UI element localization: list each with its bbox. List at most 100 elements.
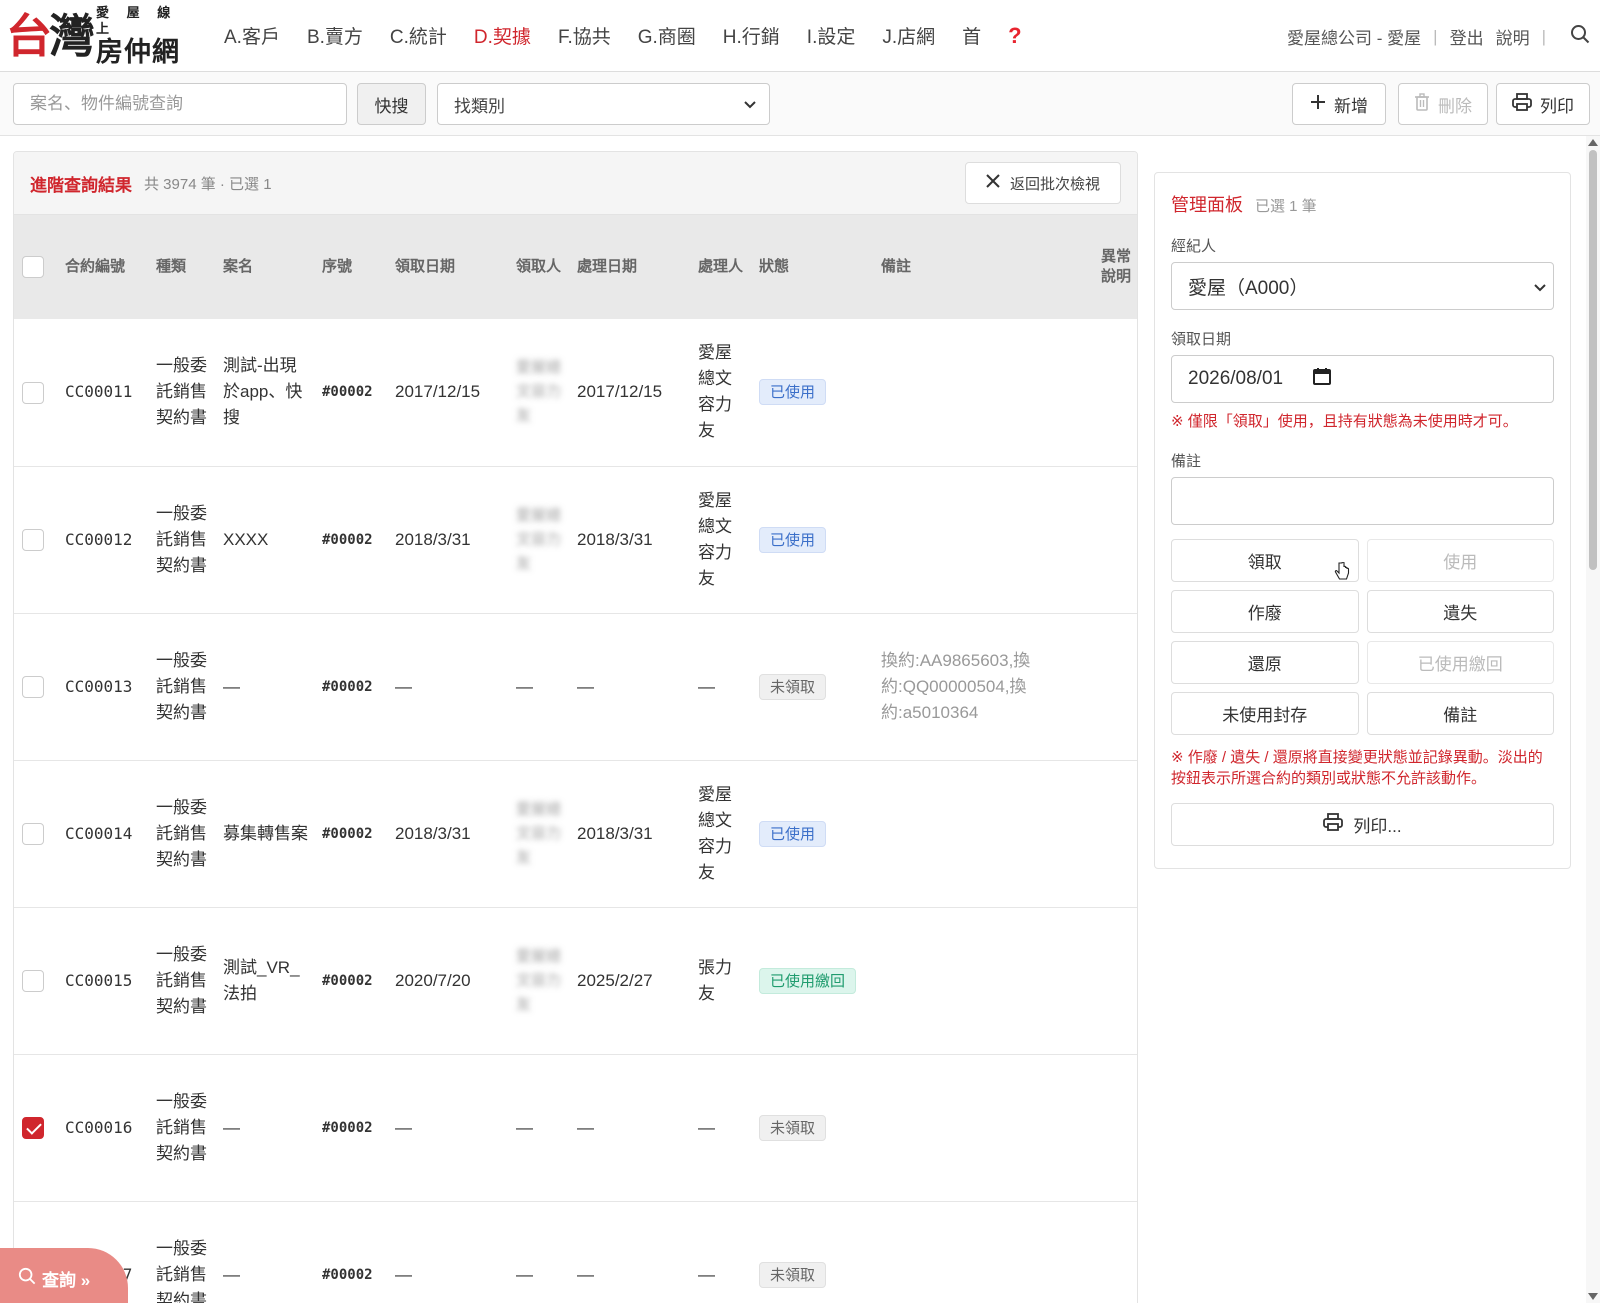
quick-search-button[interactable]: 快搜 [357,83,426,125]
contract-no[interactable]: CC00015 [59,907,150,1055]
scrollbar-thumb[interactable] [1589,150,1597,570]
print-button[interactable]: 列印 [1496,83,1590,125]
action-button-label: 使用 [1443,553,1478,572]
nav-item[interactable]: G.商圈 [638,22,696,49]
results-count: 共 3974 筆 · 已選 1 [144,175,272,193]
getter: — [510,613,571,761]
action-button[interactable]: 未使用封存 [1171,692,1359,735]
row-checkbox[interactable] [22,676,44,699]
get-date-value: 2026/08/01 [1188,368,1284,389]
logo[interactable]: 台 灣 愛 屋 線 上 房仲網 [6,5,206,67]
help-link[interactable]: 說明 [1496,24,1530,49]
table-row[interactable]: CC00016 一般委託銷售契約書 — #00002— — — — 未領取 [14,1054,1137,1202]
nav-item[interactable]: A.客戶 [224,22,280,49]
col-case[interactable]: 案名 [217,215,316,319]
table-row[interactable]: CC00015 一般委託銷售契約書 測試_VR_法拍 #00002 2020/7/20 愛… [14,907,1137,1055]
nav-item[interactable]: B.賣方 [307,22,363,49]
table-row[interactable]: CC00012 一般委託銷售契約書 XXXX #00002 2018/3/31 愛屋總文容… [14,466,1137,614]
logo-char-1: 台 [6,8,52,63]
contract-no[interactable]: CC00013 [59,613,150,761]
getter: 愛屋總文容力友 [510,319,571,467]
status-badge: 已使用 [759,820,827,847]
back-to-batch-button[interactable]: 返回批次檢視 [965,162,1121,204]
action-button[interactable]: 作廢 [1171,590,1359,633]
agent-select[interactable]: 愛屋（A000） [1171,262,1554,310]
col-get-date[interactable]: 領取日期 [389,215,510,319]
col-getter[interactable]: 領取人 [510,215,571,319]
serial-no: #00002 [316,466,389,614]
category-select[interactable]: 找類別 [437,83,770,125]
table-row[interactable]: CC00011 一般委託銷售契約書 測試-出現於app、快搜 #00002 2017/1… [14,319,1137,467]
note-input[interactable] [1171,477,1554,525]
get-date: — [389,613,510,761]
help-icon[interactable]: ? [1008,23,1021,49]
row-checkbox[interactable] [22,1117,44,1140]
row-checkbox[interactable] [22,970,44,993]
row-checkbox[interactable] [22,529,44,552]
nav-item[interactable]: D.契據 [474,22,531,49]
category-select-value: 找類別 [454,96,505,116]
scroll-up-arrow[interactable] [1588,139,1598,146]
calendar-icon[interactable] [1313,367,1332,391]
col-remark[interactable]: 備註 [875,215,1097,319]
action-button[interactable]: 遺失 [1366,590,1554,633]
add-button[interactable]: 新增 [1292,83,1386,125]
col-proc-date[interactable]: 處理日期 [571,215,692,319]
select-all-checkbox[interactable] [22,256,44,278]
search-input[interactable] [13,83,347,125]
get-date-label: 領取日期 [1171,331,1232,348]
processor: 愛屋總文容力友 [692,466,753,614]
scroll-down-arrow[interactable] [1588,1293,1598,1300]
nav-item[interactable]: C.統計 [390,22,447,49]
status-badge: 已使用 [759,526,827,553]
logout-link[interactable]: 登出 [1450,24,1484,49]
table-row[interactable]: CC00013 一般委託銷售契約書 — #00002— — — — 未領取 換約:AA98656… [14,613,1137,761]
agent-select-value: 愛屋（A000） [1188,277,1309,299]
contract-kind: 一般委託銷售契約書 [150,1201,217,1303]
col-processor[interactable]: 處理人 [692,215,753,319]
nav-item[interactable]: I.設定 [807,22,856,49]
action-button[interactable]: 已使用繳回 [1366,641,1554,684]
contract-no[interactable]: CC00014 [59,760,150,908]
contract-no[interactable]: CC00016 [59,1054,150,1202]
action-button[interactable]: 使用 [1366,539,1554,582]
note-label: 備註 [1171,453,1202,470]
col-contract-no[interactable]: 合約編號 [59,215,150,319]
toolbar: 快搜 找類別 新增 刪除 列印 [0,72,1600,136]
page-scrollbar[interactable] [1586,136,1600,1303]
nav-item[interactable]: H.行銷 [723,22,780,49]
row-checkbox[interactable] [22,381,44,404]
col-kind[interactable]: 種類 [150,215,217,319]
case-name: 募集轉售案 [217,760,316,908]
print-dialog-button[interactable]: 列印... [1171,803,1554,846]
row-checkbox[interactable] [22,823,44,846]
getter: — [510,1054,571,1202]
col-status[interactable]: 狀態 [753,215,875,319]
printer-icon [1512,92,1532,116]
exception-note [1097,907,1137,1055]
divider: | [1433,26,1438,46]
delete-button[interactable]: 刪除 [1398,83,1488,125]
contract-no[interactable]: CC00012 [59,466,150,614]
nav-item[interactable]: 首 [962,22,981,49]
search-icon[interactable] [1570,24,1590,49]
action-button[interactable]: 備註 [1366,692,1554,735]
get-date-input[interactable]: 2026/08/01 [1171,355,1554,403]
contract-no[interactable]: CC00011 [59,319,150,467]
col-exception[interactable]: 異常說明 [1097,215,1137,319]
nav-item[interactable]: F.協共 [558,22,611,49]
action-button[interactable]: 領取 [1171,539,1359,582]
table-row[interactable]: CC00014 一般委託銷售契約書 募集轉售案 #00002 2018/3/31 愛屋總文… [14,760,1137,908]
nav-item[interactable]: J.店網 [882,22,935,49]
processor: — [692,1054,753,1202]
get-date: — [389,1201,510,1303]
remark [875,907,1097,1055]
case-name: 測試_VR_法拍 [217,907,316,1055]
floating-query-button[interactable]: 查詢 » [0,1248,128,1303]
chevron-down-icon [1533,278,1547,300]
table-row[interactable]: CC00017一般委託銷售契約書—#00002————未領取 [14,1201,1137,1303]
remark [875,1054,1097,1202]
col-serial[interactable]: 序號 [316,215,389,319]
action-button-label: 作廢 [1247,604,1282,623]
action-button[interactable]: 還原 [1171,641,1359,684]
